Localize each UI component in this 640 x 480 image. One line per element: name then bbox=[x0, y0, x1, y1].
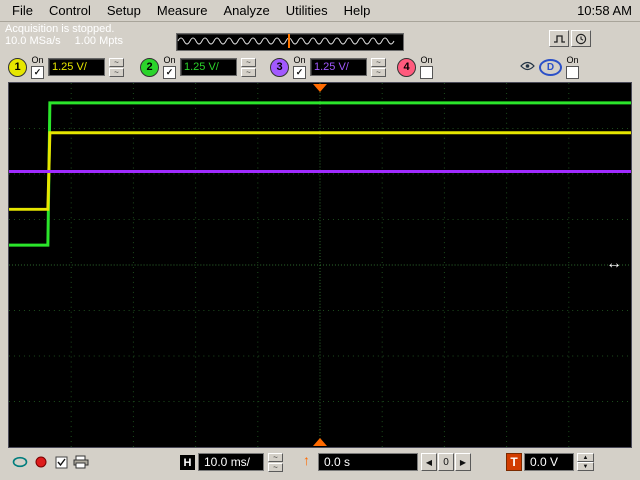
pulse-icon bbox=[553, 34, 565, 43]
position-zero-button[interactable]: 0 bbox=[438, 453, 454, 471]
channel-3-controls: 3 On ✓ 1.25 V/ ~ ~ bbox=[270, 55, 386, 79]
print-button[interactable] bbox=[71, 452, 91, 472]
channel-1-scale-spinner: ~ ~ bbox=[109, 57, 124, 77]
channel-3-on-label: On bbox=[293, 54, 306, 65]
channel-2-controls: 2 On ✓ 1.25 V/ ~ ~ bbox=[140, 55, 256, 79]
channel-1-on-group: On ✓ bbox=[31, 54, 44, 79]
waveform-display[interactable] bbox=[8, 82, 632, 448]
trigger-marker-bottom bbox=[313, 438, 327, 447]
trigger-level-up-button[interactable]: ▲ bbox=[577, 453, 594, 462]
pulse-mode-button[interactable] bbox=[549, 30, 569, 47]
horizontal-position-field[interactable]: 0.0 s bbox=[318, 453, 418, 471]
channel-3-on-group: On ✓ bbox=[293, 54, 306, 79]
oscilloscope-screen: File Control Setup Measure Analyze Utili… bbox=[0, 0, 640, 480]
channel-3-scale-spinner: ~ ~ bbox=[371, 57, 386, 77]
channel-1-on-label: On bbox=[31, 54, 44, 65]
channel-1-scale-up-button[interactable]: ~ bbox=[109, 57, 124, 67]
channel-4-on-checkbox[interactable] bbox=[420, 65, 433, 79]
trigger-marker-top[interactable] bbox=[313, 83, 327, 92]
channel-4-number: 4 bbox=[403, 61, 410, 73]
channel-1-scale-down-button[interactable]: ~ bbox=[109, 67, 124, 77]
channel-1-controls: 1 On ✓ 1.25 V/ ~ ~ bbox=[8, 55, 124, 79]
channel-2-scale-down-button[interactable]: ~ bbox=[241, 67, 256, 77]
printer-icon bbox=[73, 455, 89, 469]
memory-depth: 1.00 Mpts bbox=[74, 35, 123, 47]
horizontal-menu-button[interactable]: H bbox=[180, 455, 195, 470]
channel-2-scale-up-button[interactable]: ~ bbox=[241, 57, 256, 67]
trigger-menu-button[interactable]: T bbox=[506, 453, 522, 471]
timebase-scale-field[interactable]: 10.0 ms/ bbox=[198, 453, 264, 471]
timebase-spinner: ~ ~ bbox=[268, 453, 283, 472]
digital-channels-button[interactable]: D bbox=[539, 58, 562, 76]
digital-label: D bbox=[546, 61, 555, 73]
menu-analyze[interactable]: Analyze bbox=[215, 1, 277, 20]
digital-on-label: On bbox=[566, 54, 579, 65]
trigger-level-field[interactable]: 0.0 V bbox=[524, 453, 574, 471]
channel-3-scale-field[interactable]: 1.25 V/ bbox=[310, 58, 367, 76]
menu-bar: File Control Setup Measure Analyze Utili… bbox=[0, 0, 640, 22]
channel-2-number: 2 bbox=[146, 61, 153, 73]
ellipse-tool-button[interactable] bbox=[10, 452, 30, 472]
position-left-button[interactable]: ◀ bbox=[421, 453, 437, 471]
resize-cursor-icon: ↔ bbox=[606, 255, 622, 272]
channel-1-scale-field[interactable]: 1.25 V/ bbox=[48, 58, 105, 76]
channel-2-on-group: On ✓ bbox=[163, 54, 176, 79]
position-right-button[interactable]: ▶ bbox=[455, 453, 471, 471]
channel-1-scale-value: 1.25 V/ bbox=[52, 61, 87, 73]
channel-2-on-checkbox[interactable]: ✓ bbox=[163, 65, 176, 79]
channel-1-number: 1 bbox=[14, 61, 21, 73]
sample-rate: 10.0 MSa/s bbox=[5, 35, 61, 47]
record-dot-icon bbox=[35, 456, 47, 468]
trigger-level-down-button[interactable]: ▼ bbox=[577, 462, 594, 471]
clock-mode-button[interactable] bbox=[571, 30, 591, 47]
channel-3-scale-down-button[interactable]: ~ bbox=[371, 67, 386, 77]
menu-file[interactable]: File bbox=[4, 1, 41, 20]
acquisition-status: Acquisition is stopped. bbox=[5, 23, 115, 35]
channel-1-button[interactable]: 1 bbox=[8, 57, 27, 77]
channel-3-number: 3 bbox=[276, 61, 283, 73]
channel-3-on-checkbox[interactable]: ✓ bbox=[293, 65, 306, 79]
checklist-icon bbox=[55, 456, 68, 468]
menu-measure[interactable]: Measure bbox=[149, 1, 216, 20]
digital-on-group: On bbox=[566, 54, 579, 79]
channel-4-controls: 4 On bbox=[397, 55, 433, 79]
channel-4-on-group: On bbox=[420, 54, 433, 79]
channel-2-on-label: On bbox=[163, 54, 176, 65]
timebase-up-button[interactable]: ~ bbox=[268, 453, 283, 462]
clock-icon bbox=[575, 33, 587, 44]
eye-icon[interactable] bbox=[520, 58, 535, 76]
channel-2-button[interactable]: 2 bbox=[140, 57, 159, 77]
menu-help[interactable]: Help bbox=[336, 1, 379, 20]
channel-4-on-label: On bbox=[420, 54, 433, 65]
channel-2-scale-field[interactable]: 1.25 V/ bbox=[180, 58, 237, 76]
timebase-down-button[interactable]: ~ bbox=[268, 463, 283, 472]
checklist-button[interactable] bbox=[52, 452, 72, 472]
digital-on-checkbox[interactable] bbox=[566, 65, 579, 79]
trigger-level-spinner: ▲ ▼ bbox=[577, 453, 594, 471]
channel-3-button[interactable]: 3 bbox=[270, 57, 289, 77]
acquisition-info: 10.0 MSa/s 1.00 Mpts bbox=[5, 35, 123, 47]
graticule bbox=[9, 83, 631, 447]
digital-controls: D On bbox=[520, 55, 579, 79]
menu-control[interactable]: Control bbox=[41, 1, 99, 20]
menu-utilities[interactable]: Utilities bbox=[278, 1, 336, 20]
channel-2-scale-value: 1.25 V/ bbox=[184, 61, 219, 73]
record-marker-button[interactable] bbox=[31, 452, 51, 472]
channel-1-on-checkbox[interactable]: ✓ bbox=[31, 65, 44, 79]
channel-4-button[interactable]: 4 bbox=[397, 57, 416, 77]
acquisition-preview-bar[interactable] bbox=[176, 33, 404, 51]
channel-3-scale-value: 1.25 V/ bbox=[314, 61, 349, 73]
channel-3-scale-up-button[interactable]: ~ bbox=[371, 57, 386, 67]
menu-setup[interactable]: Setup bbox=[99, 1, 149, 20]
channel-2-scale-spinner: ~ ~ bbox=[241, 57, 256, 77]
clock: 10:58 AM bbox=[577, 3, 632, 18]
preview-waveform bbox=[177, 34, 395, 48]
trigger-position-icon: ↑ bbox=[303, 452, 310, 468]
ellipse-tool-icon bbox=[12, 456, 28, 468]
